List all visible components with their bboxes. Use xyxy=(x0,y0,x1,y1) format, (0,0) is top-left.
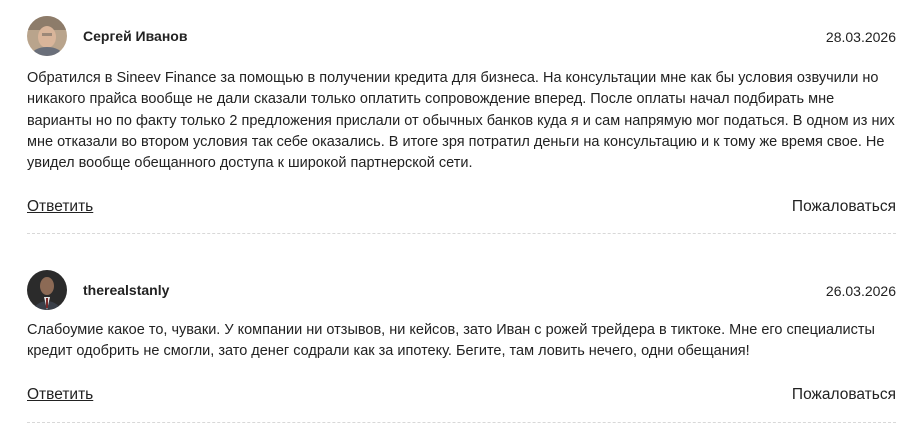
review-text: Слабоумие какое то, чуваки. У компании н… xyxy=(27,322,875,360)
avatar xyxy=(27,270,67,310)
review-author: therealstanly xyxy=(83,282,170,298)
avatar xyxy=(27,16,67,56)
review-header: therealstanly 26.03.2026 xyxy=(27,270,896,310)
divider xyxy=(27,422,896,423)
review-actions: Ответить Пожаловаться xyxy=(27,386,896,408)
review-item: Сергей Иванов 28.03.2026 Обратился в Sin… xyxy=(27,16,896,220)
review-author: Сергей Иванов xyxy=(83,28,188,44)
report-link[interactable]: Пожаловаться xyxy=(792,198,896,216)
reply-link[interactable]: Ответить xyxy=(27,386,93,404)
review-actions: Ответить Пожаловаться xyxy=(27,198,896,220)
review-text: Обратился в Sineev Finance за помощью в … xyxy=(27,70,895,172)
divider xyxy=(27,233,896,234)
review-date: 26.03.2026 xyxy=(825,283,896,299)
reply-link[interactable]: Ответить xyxy=(27,198,93,216)
review-date: 28.03.2026 xyxy=(825,29,896,45)
review-item: therealstanly 26.03.2026 Слабоумие какое… xyxy=(27,270,896,408)
report-link[interactable]: Пожаловаться xyxy=(792,386,896,404)
review-header: Сергей Иванов 28.03.2026 xyxy=(27,16,896,56)
